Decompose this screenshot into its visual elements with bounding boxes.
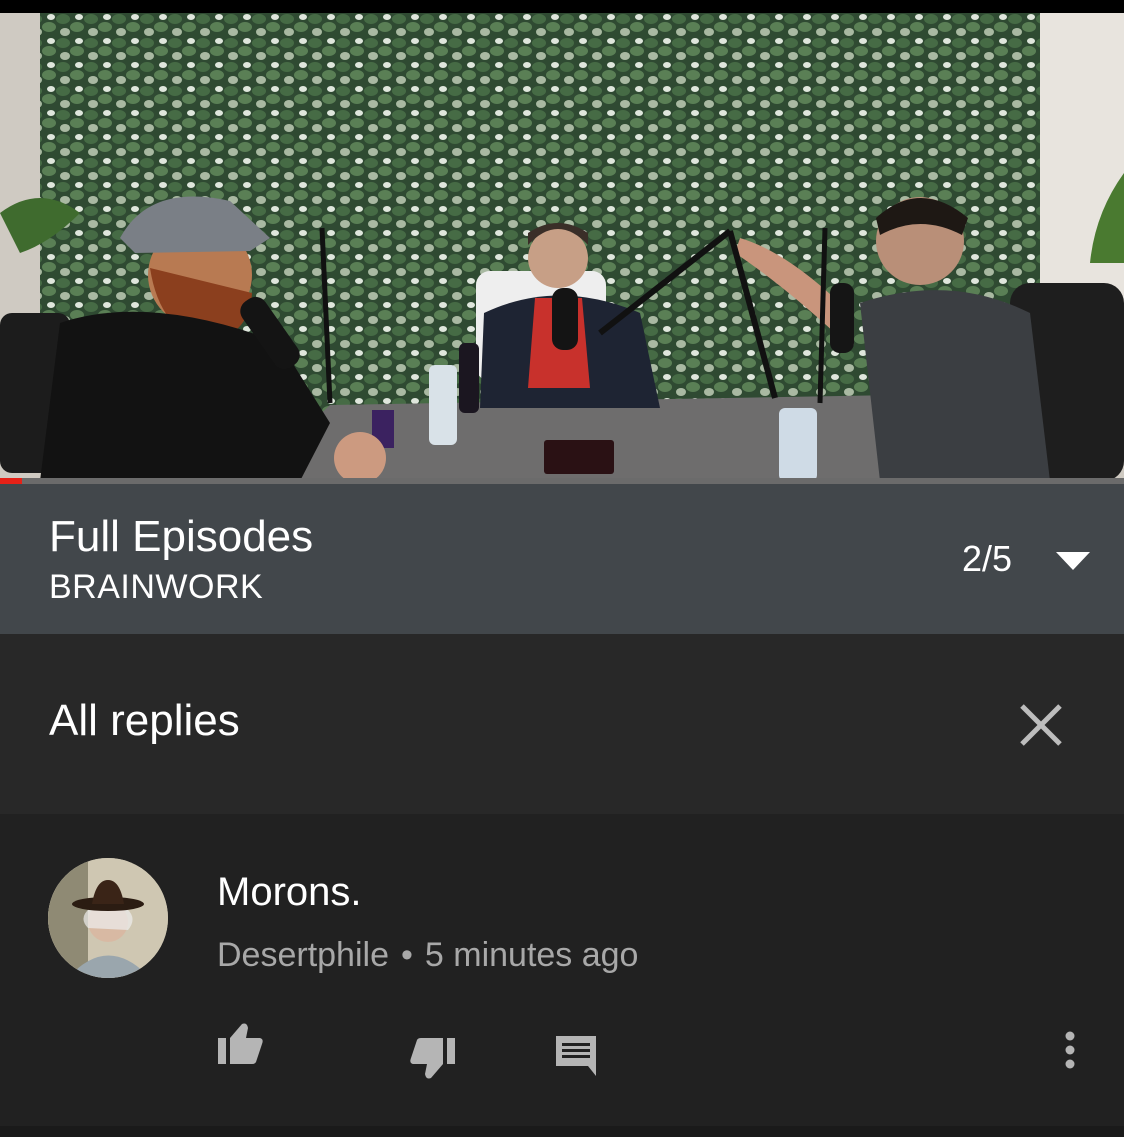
comment-text: Morons. [217, 870, 362, 914]
playlist-title: Full Episodes [49, 512, 314, 561]
replies-header: All replies [0, 634, 1124, 814]
playlist-bar[interactable]: Full Episodes BRAINWORK 2/5 [0, 484, 1124, 634]
reply-icon[interactable] [554, 1034, 598, 1076]
comment-time: 5 minutes ago [424, 936, 639, 974]
bottom-edge [0, 1126, 1124, 1137]
like-icon[interactable] [216, 1020, 264, 1066]
playlist-position: 2/5 [962, 538, 1013, 579]
chevron-down-icon[interactable] [1056, 552, 1090, 570]
video-player[interactable] [0, 13, 1124, 481]
more-vertical-icon[interactable] [1062, 1030, 1078, 1070]
dislike-icon[interactable] [409, 1036, 457, 1082]
comment-meta: Desertphile • 5 minutes ago [217, 936, 638, 975]
video-frame [0, 13, 1124, 481]
top-status-strip [0, 0, 1124, 13]
avatar[interactable] [48, 858, 168, 978]
avatar-image [48, 858, 168, 978]
comment-item: Morons. Desertphile • 5 minutes ago [0, 814, 1124, 1137]
replies-title: All replies [49, 696, 240, 745]
comment-author[interactable]: Desertphile [217, 936, 389, 974]
close-icon[interactable] [1014, 698, 1068, 752]
playlist-channel: BRAINWORK [49, 568, 264, 606]
meta-separator: • [400, 936, 413, 974]
